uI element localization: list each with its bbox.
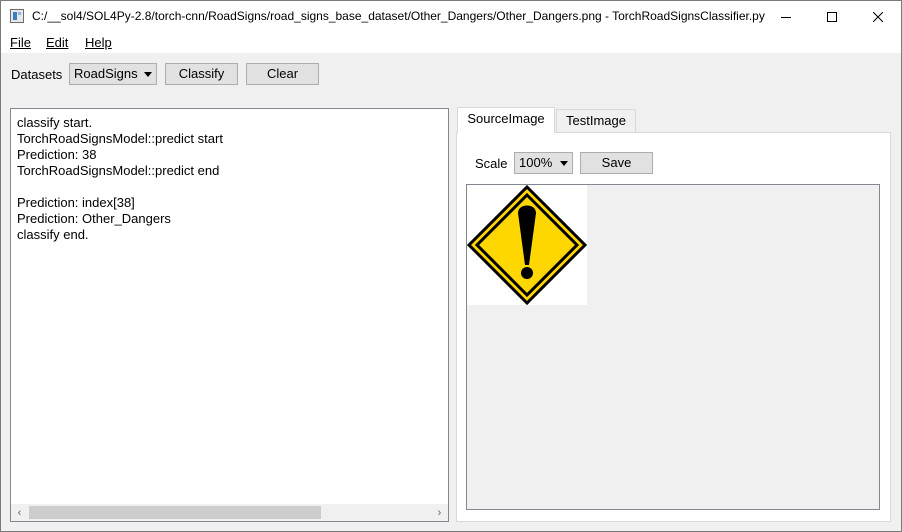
app-icon xyxy=(10,9,24,23)
menu-file-label: File xyxy=(10,35,31,50)
horizontal-scrollbar[interactable]: ‹ › xyxy=(11,504,448,521)
chevron-down-icon xyxy=(144,72,152,77)
menu-file[interactable]: File xyxy=(10,35,31,50)
datasets-combobox[interactable]: RoadSigns xyxy=(69,63,157,85)
source-image xyxy=(466,184,588,306)
maximize-button[interactable] xyxy=(809,1,855,32)
window-title: C:/__sol4/SOL4Py-2.8/torch-cnn/RoadSigns… xyxy=(32,9,765,23)
save-button[interactable]: Save xyxy=(580,152,653,174)
scrollbar-thumb[interactable] xyxy=(29,506,321,519)
tab-source-image[interactable]: SourceImage xyxy=(457,107,555,133)
output-line: Prediction: 38 xyxy=(17,147,97,162)
warning-sign-icon xyxy=(466,184,588,306)
clear-button[interactable]: Clear xyxy=(246,63,319,85)
close-icon xyxy=(873,11,883,22)
output-line: classify end. xyxy=(17,227,89,242)
app-window: C:/__sol4/SOL4Py-2.8/torch-cnn/RoadSigns… xyxy=(0,0,902,532)
tab-test-image[interactable]: TestImage xyxy=(556,109,636,132)
datasets-combobox-value: RoadSigns xyxy=(74,66,138,81)
scale-combobox-value: 100% xyxy=(519,155,553,170)
menu-edit[interactable]: Edit xyxy=(46,35,68,50)
menu-help[interactable]: Help xyxy=(85,35,112,50)
output-line: Prediction: index[38] xyxy=(17,195,135,210)
menu-edit-label: Edit xyxy=(46,35,69,50)
minimize-button[interactable] xyxy=(763,1,809,32)
maximize-icon xyxy=(827,11,837,22)
menu-bar: File Edit Help xyxy=(1,32,901,53)
classify-button[interactable]: Classify xyxy=(165,63,238,85)
output-line: TorchRoadSignsModel::predict start xyxy=(17,131,223,146)
output-line: Prediction: Other_Dangers xyxy=(17,211,171,226)
scroll-left-icon[interactable]: ‹ xyxy=(11,504,28,521)
minimize-icon xyxy=(781,16,791,18)
close-button[interactable] xyxy=(855,1,901,32)
menu-help-label: Help xyxy=(85,35,112,50)
chevron-down-icon xyxy=(560,161,568,166)
image-view[interactable] xyxy=(466,184,880,510)
datasets-label: Datasets xyxy=(11,67,63,82)
scale-combobox[interactable]: 100% xyxy=(514,152,573,174)
title-bar[interactable]: C:/__sol4/SOL4Py-2.8/torch-cnn/RoadSigns… xyxy=(1,1,901,32)
output-lines: classify start. TorchRoadSignsModel::pre… xyxy=(17,115,223,243)
output-line: TorchRoadSignsModel::predict end xyxy=(17,163,220,178)
output-line: classify start. xyxy=(17,115,93,130)
scale-label: Scale xyxy=(475,156,508,171)
output-textarea[interactable]: classify start. TorchRoadSignsModel::pre… xyxy=(10,108,449,522)
scroll-right-icon[interactable]: › xyxy=(431,504,448,521)
